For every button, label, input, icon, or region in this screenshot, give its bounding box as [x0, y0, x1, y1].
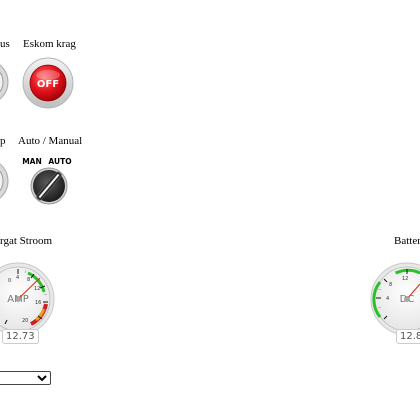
dc-gauge: 4 8 12 DC 12.83 [360, 262, 420, 344]
amp-tick-8: 8 [27, 277, 30, 283]
eskom-off-button[interactable]: OFF [22, 57, 74, 109]
amp-tick-4: 4 [16, 275, 19, 281]
source-select[interactable] [0, 371, 51, 385]
dc-value-readout: 12.83 [396, 329, 420, 344]
amp-gauge: 0 4 8 12 16 20 AMP 12.73 [0, 262, 60, 344]
verbruik-label: rgat Stroom [0, 235, 53, 247]
dc-tick-12: 12 [402, 276, 408, 282]
auto-manual-label: Auto / Manual [18, 135, 83, 147]
pump-knob-partial[interactable] [0, 158, 10, 204]
amp-tick-0: 0 [8, 278, 11, 284]
amp-tick-20: 20 [22, 318, 28, 324]
dc-tick-4: 4 [386, 296, 389, 302]
amp-tick-16: 16 [35, 300, 41, 306]
status-knob-partial[interactable] [0, 58, 10, 106]
amp-tick-12: 12 [34, 286, 40, 292]
auto-label: AUTO [48, 157, 71, 166]
pump-label: p [0, 135, 6, 147]
battery-label: Batter [394, 235, 420, 247]
eskom-off-text: OFF [37, 79, 59, 90]
dc-tick-8: 8 [389, 282, 392, 288]
amp-value-readout: 12.73 [2, 329, 39, 344]
mode-switch[interactable]: MAN AUTO [20, 155, 76, 207]
status-label: us [0, 38, 10, 50]
manual-label: MAN [22, 157, 42, 166]
eskom-krag-label: Eskom krag [23, 38, 76, 50]
